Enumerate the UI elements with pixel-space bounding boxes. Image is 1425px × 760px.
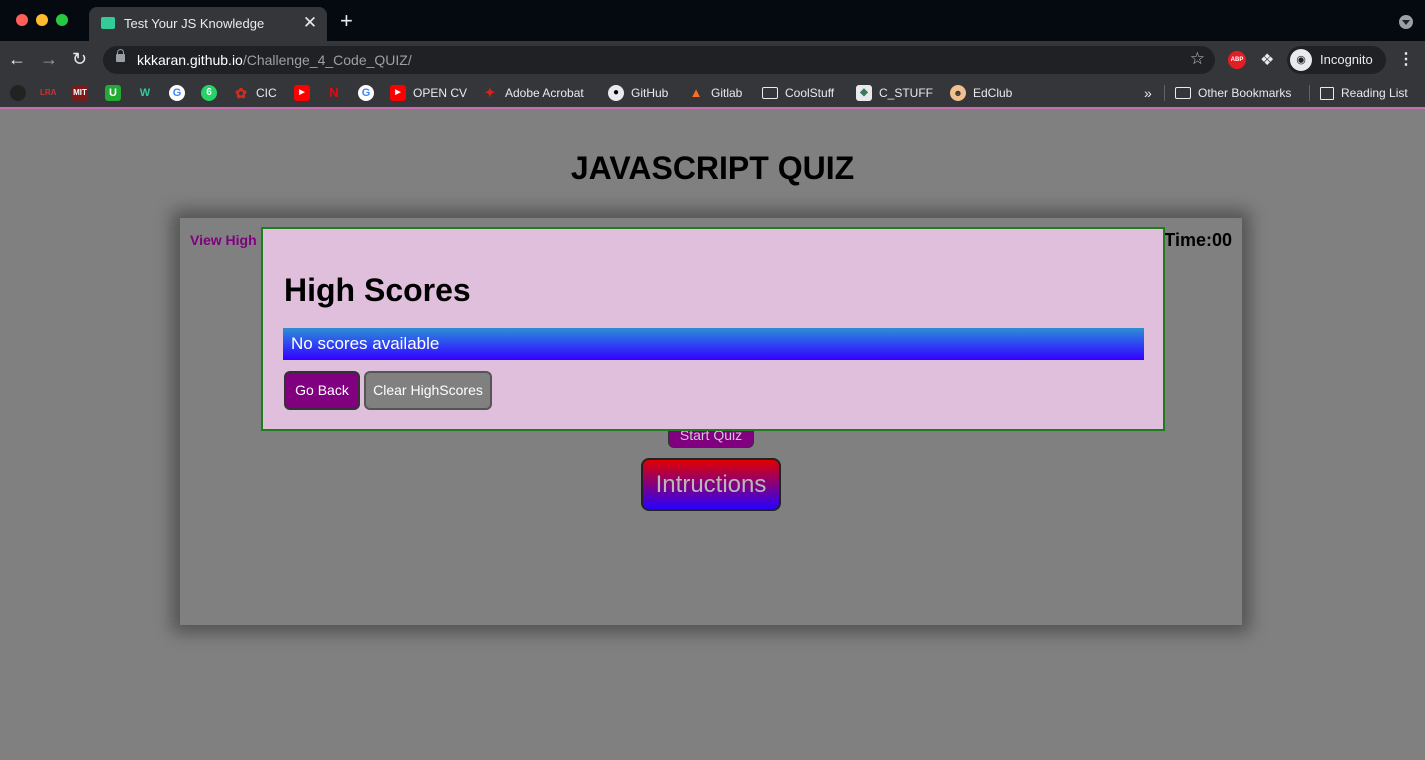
clear-highscores-button[interactable]: Clear HighScores	[364, 371, 492, 410]
bookmark-item[interactable]: ▶	[294, 84, 317, 102]
go-back-button[interactable]: Go Back	[284, 371, 360, 410]
bookmark-item[interactable]	[10, 84, 33, 102]
adblock-plus-icon[interactable]: ABP	[1228, 51, 1246, 69]
bookmark-cic[interactable]: ✿ CIC	[233, 84, 277, 102]
tab-close-icon[interactable]: ✕	[301, 13, 319, 33]
tab-active[interactable]: Test Your JS Knowledge ✕	[89, 7, 327, 41]
lock-icon[interactable]	[116, 49, 125, 62]
bookmark-label: EdClub	[973, 86, 1013, 100]
bookmark-label: C_STUFF	[879, 86, 933, 100]
browser-tab-bar: Test Your JS Knowledge ✕ +	[0, 0, 1425, 41]
folder-icon	[1175, 87, 1191, 99]
incognito-profile-button[interactable]: ◉ Incognito	[1287, 46, 1386, 74]
incognito-icon: ◉	[1290, 49, 1312, 71]
bookmark-edclub[interactable]: ☻ EdClub	[950, 84, 1012, 102]
bookmark-label: Gitlab	[711, 86, 743, 100]
extensions-puzzle-icon[interactable]: ❖	[1260, 50, 1274, 70]
bookmark-star-icon[interactable]: ☆	[1190, 49, 1205, 69]
modal-title: High Scores	[284, 272, 471, 308]
bookmark-github[interactable]: ● GitHub	[608, 84, 668, 102]
mit-ocw-icon: MIT	[72, 85, 88, 101]
url-host: kkkaran.github.io	[137, 52, 243, 68]
bookmark-item[interactable]: N	[326, 84, 349, 102]
reading-list-button[interactable]: Reading List	[1320, 84, 1408, 102]
reading-list-icon	[1320, 86, 1334, 100]
c-stuff-icon: ◆	[856, 85, 872, 101]
close-window-button[interactable]	[16, 14, 28, 26]
google-icon: G	[169, 85, 185, 101]
lra-icon: LRA	[40, 88, 57, 97]
back-arrow-icon[interactable]: ←	[8, 49, 26, 69]
favicon-icon	[101, 17, 115, 29]
bookmarks-bar: LRA MIT U W G 6 ✿ CIC ▶ N G ▶ OPEN CV ✦ Ado…	[0, 78, 1425, 109]
github-icon: ●	[608, 85, 624, 101]
highscores-modal: High Scores No scores available Go Back …	[261, 227, 1165, 431]
circle-icon	[10, 85, 26, 101]
address-bar[interactable]: kkkaran.github.io/Challenge_4_Code_QUIZ/…	[103, 46, 1215, 74]
bookmarks-divider	[1309, 85, 1310, 101]
minimize-window-button[interactable]	[36, 14, 48, 26]
scores-list: No scores available	[283, 328, 1144, 360]
bookmark-item[interactable]: LRA	[40, 84, 63, 102]
maple-leaf-icon: ✿	[235, 85, 247, 101]
url-text[interactable]: kkkaran.github.io/Challenge_4_Code_QUIZ/	[137, 52, 412, 68]
bookmark-item[interactable]: U	[105, 84, 128, 102]
forward-arrow-icon[interactable]: →	[40, 49, 58, 69]
edclub-icon: ☻	[950, 85, 966, 101]
url-path: /Challenge_4_Code_QUIZ/	[242, 52, 412, 68]
bookmark-open-cv[interactable]: ▶ OPEN CV	[390, 84, 467, 102]
acrobat-icon: ✦	[484, 85, 496, 100]
folder-icon	[762, 87, 778, 99]
bookmark-c-stuff[interactable]: ◆ C_STUFF	[856, 84, 933, 102]
bookmark-item[interactable]: MIT	[72, 84, 95, 102]
reading-list-label: Reading List	[1341, 86, 1408, 100]
bookmark-label: CIC	[256, 86, 277, 100]
new-tab-button[interactable]: +	[340, 10, 353, 32]
tab-title: Test Your JS Knowledge	[124, 16, 265, 31]
bookmarks-divider	[1164, 85, 1165, 101]
netflix-icon: N	[329, 85, 339, 100]
timer: Time:00	[1164, 230, 1232, 250]
youtube-icon: ▶	[390, 85, 406, 101]
browser-menu-icon[interactable]: ⋮	[1398, 49, 1414, 69]
bookmarks-overflow-button[interactable]: »	[1144, 84, 1152, 102]
incognito-label: Incognito	[1320, 52, 1373, 67]
view-highscores-link[interactable]: View High	[190, 232, 257, 248]
bookmark-other-bookmarks[interactable]: Other Bookmarks	[1175, 84, 1291, 102]
bookmark-item[interactable]: G	[358, 84, 381, 102]
bookmark-gitlab[interactable]: ▲ Gitlab	[688, 84, 743, 102]
bookmark-item[interactable]: W	[137, 84, 160, 102]
u-icon: U	[105, 85, 121, 101]
bookmark-label: Adobe Acrobat	[505, 86, 584, 100]
bookmark-label: CoolStuff	[785, 86, 835, 100]
maximize-window-button[interactable]	[56, 14, 68, 26]
youtube-icon: ▶	[294, 85, 310, 101]
bookmark-adobe-acrobat[interactable]: ✦ Adobe Acrobat	[482, 84, 584, 102]
tab-search-icon[interactable]	[1399, 15, 1413, 29]
bookmark-coolstuff[interactable]: CoolStuff	[762, 84, 834, 102]
reload-icon[interactable]: ↻	[72, 49, 87, 69]
bookmark-label: OPEN CV	[413, 86, 468, 100]
google-icon: G	[358, 85, 374, 101]
w-icon: W	[139, 87, 151, 99]
gitlab-icon: ▲	[689, 85, 703, 100]
whatsapp-icon: 6	[201, 85, 217, 101]
bookmark-label: Other Bookmarks	[1198, 86, 1292, 100]
page-title: JAVASCRIPT QUIZ	[570, 150, 855, 186]
bookmark-item[interactable]: G	[169, 84, 192, 102]
bookmark-label: GitHub	[631, 86, 669, 100]
instructions-button[interactable]: Intructions	[641, 458, 781, 511]
browser-toolbar: ← → ↻ kkkaran.github.io/Challenge_4_Code…	[0, 41, 1425, 78]
bookmark-item[interactable]: 6	[201, 84, 224, 102]
